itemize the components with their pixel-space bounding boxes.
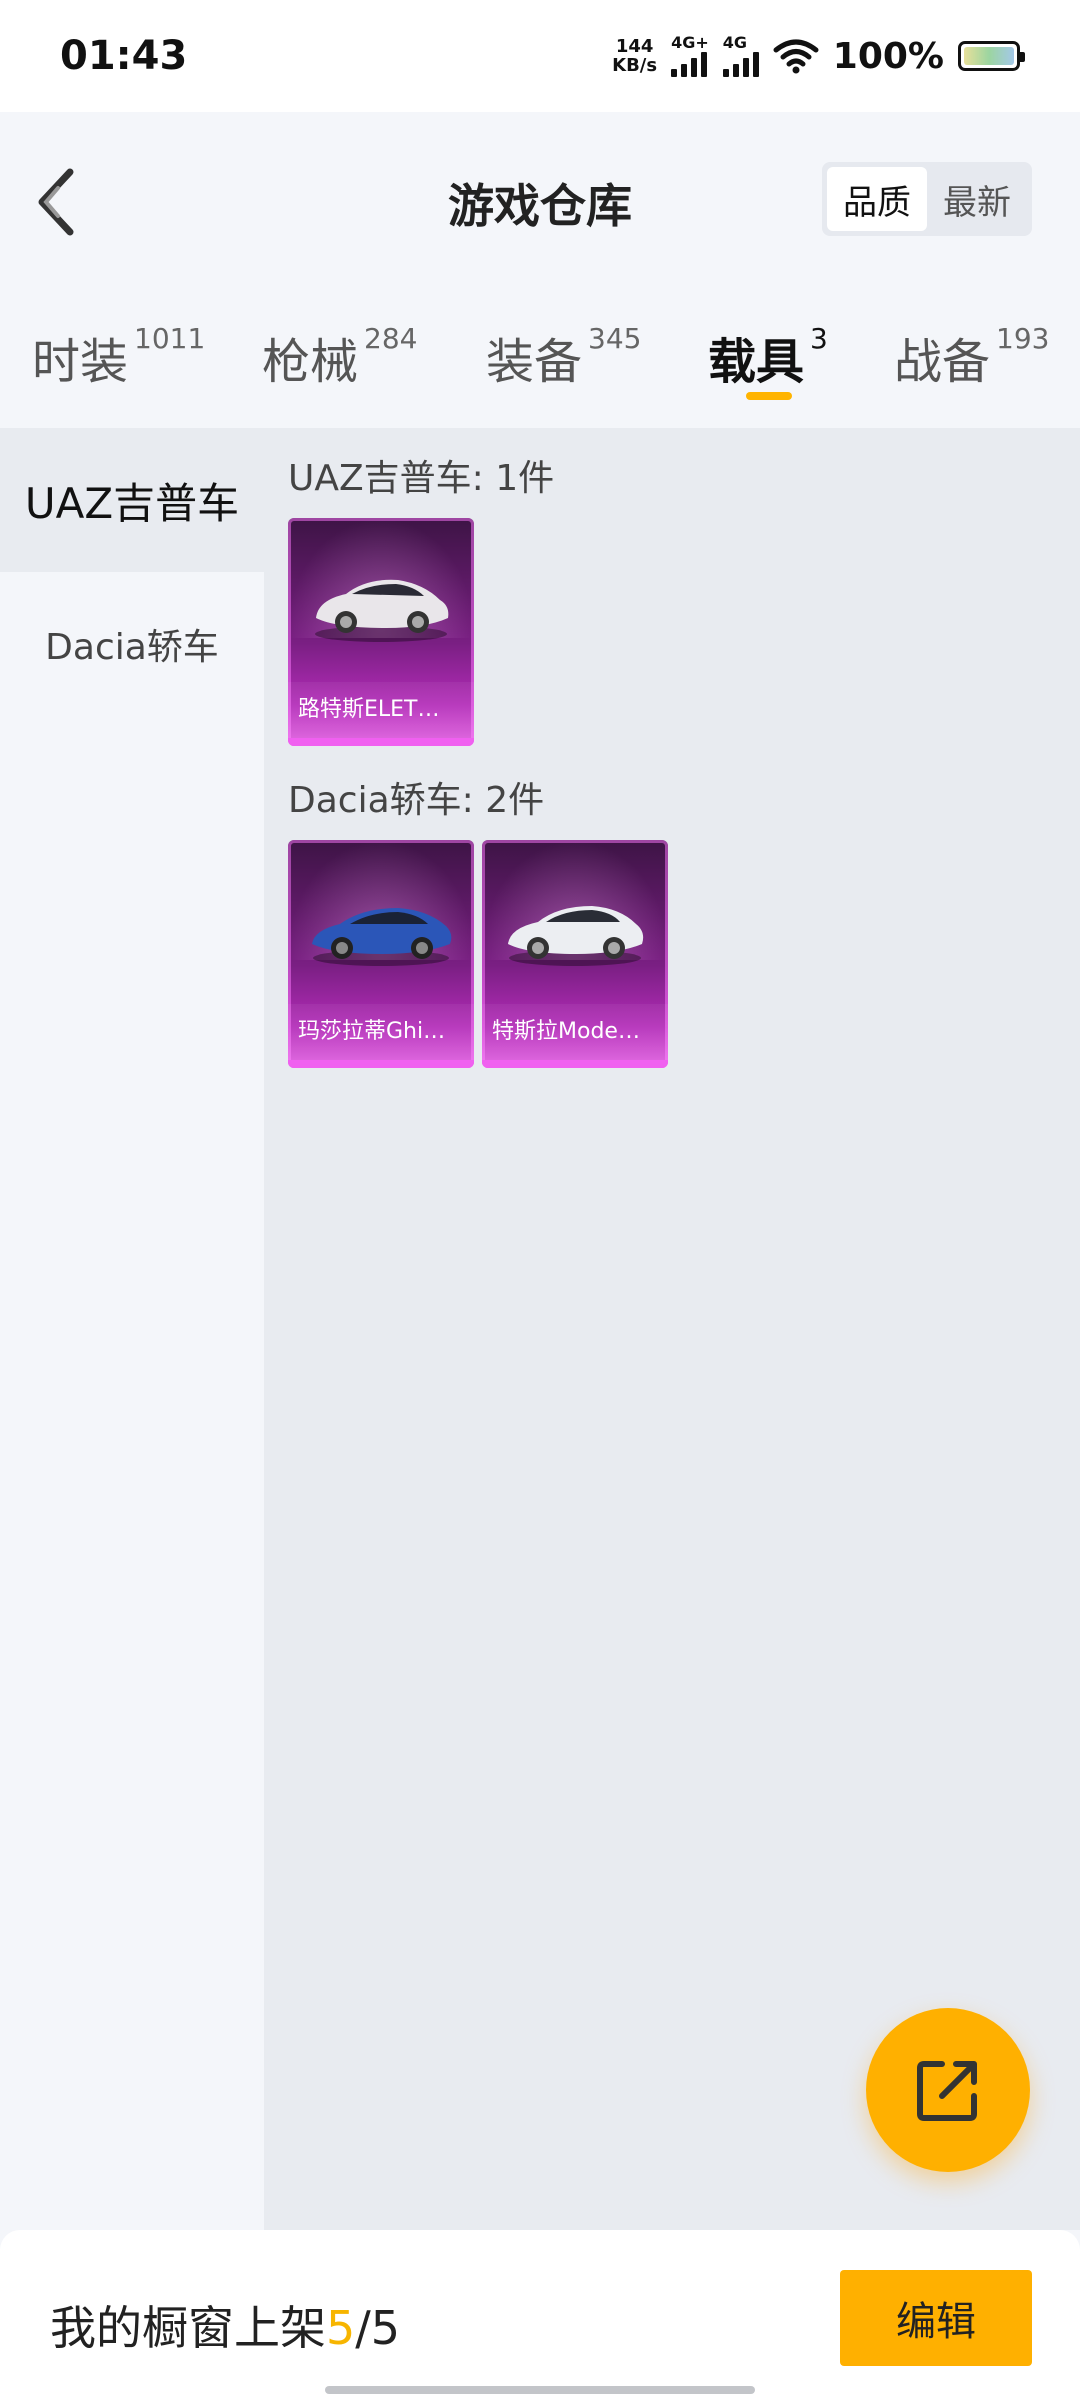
active-tab-indicator bbox=[746, 392, 792, 400]
showcase-status: 我的橱窗上架5/5 bbox=[50, 2292, 400, 2358]
car-image-icon bbox=[315, 579, 449, 642]
status-bar: 01:43 144 KB/s 4G+ 4G 100% bbox=[0, 0, 1080, 112]
battery-percent: 100% bbox=[832, 35, 944, 77]
bottom-bar: 我的橱窗上架5/5 编辑 bbox=[0, 2230, 1080, 2400]
network-speed-value: 144 bbox=[615, 36, 654, 57]
group-title: Dacia轿车: 2件 bbox=[288, 780, 545, 821]
tab-label: 载具 bbox=[708, 334, 805, 390]
status-time: 01:43 bbox=[60, 33, 188, 79]
tab-label: 时装 bbox=[32, 334, 129, 390]
sim1-label: 4G+ bbox=[671, 33, 709, 52]
status-indicators: 144 KB/s 4G+ 4G 100% bbox=[612, 33, 1025, 77]
item-list: UAZ吉普车: 1件 路特斯ELET… Dacia轿车: 2件 玛莎拉蒂Ghi…… bbox=[264, 428, 1080, 2230]
home-indicator[interactable] bbox=[325, 2386, 755, 2394]
network-speed: 144 KB/s bbox=[612, 37, 657, 75]
tab-equipment[interactable]: 装备 345 bbox=[486, 322, 641, 392]
tab-label: 装备 bbox=[486, 334, 583, 390]
tab-label: 战备 bbox=[894, 334, 991, 390]
vehicle-name: 玛莎拉蒂Ghi… bbox=[288, 1004, 474, 1060]
vehicle-card[interactable]: 特斯拉Mode… bbox=[482, 840, 668, 1068]
tab-vehicles[interactable]: 载具 3 bbox=[708, 322, 828, 392]
tab-count: 193 bbox=[996, 322, 1050, 355]
sidebar-item-uaz[interactable]: UAZ吉普车 bbox=[0, 428, 264, 572]
vehicle-name: 路特斯ELET… bbox=[288, 682, 474, 738]
tab-gear[interactable]: 战备 193 bbox=[894, 322, 1049, 392]
sidebar-item-dacia[interactable]: Dacia轿车 bbox=[0, 572, 264, 716]
tab-guns[interactable]: 枪械 284 bbox=[262, 322, 417, 392]
group-title: UAZ吉普车: 1件 bbox=[288, 458, 555, 499]
wifi-icon bbox=[773, 39, 819, 74]
car-image-icon bbox=[312, 908, 452, 966]
screen: 01:43 144 KB/s 4G+ 4G 100% 游戏仓库 品质 最新 时装… bbox=[0, 0, 1080, 2400]
battery-icon bbox=[958, 41, 1025, 71]
showcase-used: 5 bbox=[326, 2301, 356, 2355]
vehicle-card[interactable]: 路特斯ELET… bbox=[288, 518, 474, 746]
category-tabs: 时装 1011 枪械 284 装备 345 载具 3 战备 193 bbox=[0, 288, 1080, 428]
group-items: 玛莎拉蒂Ghi… 特斯拉Mode… bbox=[288, 840, 1080, 1068]
share-icon bbox=[917, 2061, 977, 2121]
signal-sim1-icon: 4G+ bbox=[671, 35, 709, 77]
tab-label: 枪械 bbox=[262, 334, 359, 390]
showcase-separator: / bbox=[355, 2301, 371, 2355]
vehicle-card[interactable]: 玛莎拉蒂Ghi… bbox=[288, 840, 474, 1068]
showcase-label: 我的橱窗上架 bbox=[50, 2301, 326, 2355]
tab-fashion[interactable]: 时装 1011 bbox=[32, 322, 205, 392]
tab-count: 1011 bbox=[134, 322, 206, 355]
showcase-total: 5 bbox=[370, 2301, 401, 2355]
sort-toggle: 品质 最新 bbox=[822, 162, 1032, 236]
sort-option-quality[interactable]: 品质 bbox=[827, 167, 927, 231]
edit-button[interactable]: 编辑 bbox=[840, 2270, 1032, 2366]
sort-option-newest[interactable]: 最新 bbox=[927, 167, 1027, 231]
signal-sim2-icon: 4G bbox=[722, 33, 759, 77]
sidebar: UAZ吉普车 Dacia轿车 bbox=[0, 428, 264, 2230]
header: 游戏仓库 品质 最新 bbox=[0, 112, 1080, 288]
network-speed-unit: KB/s bbox=[612, 55, 658, 76]
tab-count: 3 bbox=[810, 322, 828, 355]
car-image-icon bbox=[508, 906, 644, 966]
tab-count: 345 bbox=[588, 322, 642, 355]
tab-count: 284 bbox=[364, 322, 418, 355]
share-button[interactable] bbox=[866, 2008, 1030, 2172]
group-items: 路特斯ELET… bbox=[288, 518, 1080, 746]
sim2-label: 4G bbox=[722, 33, 748, 52]
vehicle-name: 特斯拉Mode… bbox=[482, 1004, 668, 1060]
